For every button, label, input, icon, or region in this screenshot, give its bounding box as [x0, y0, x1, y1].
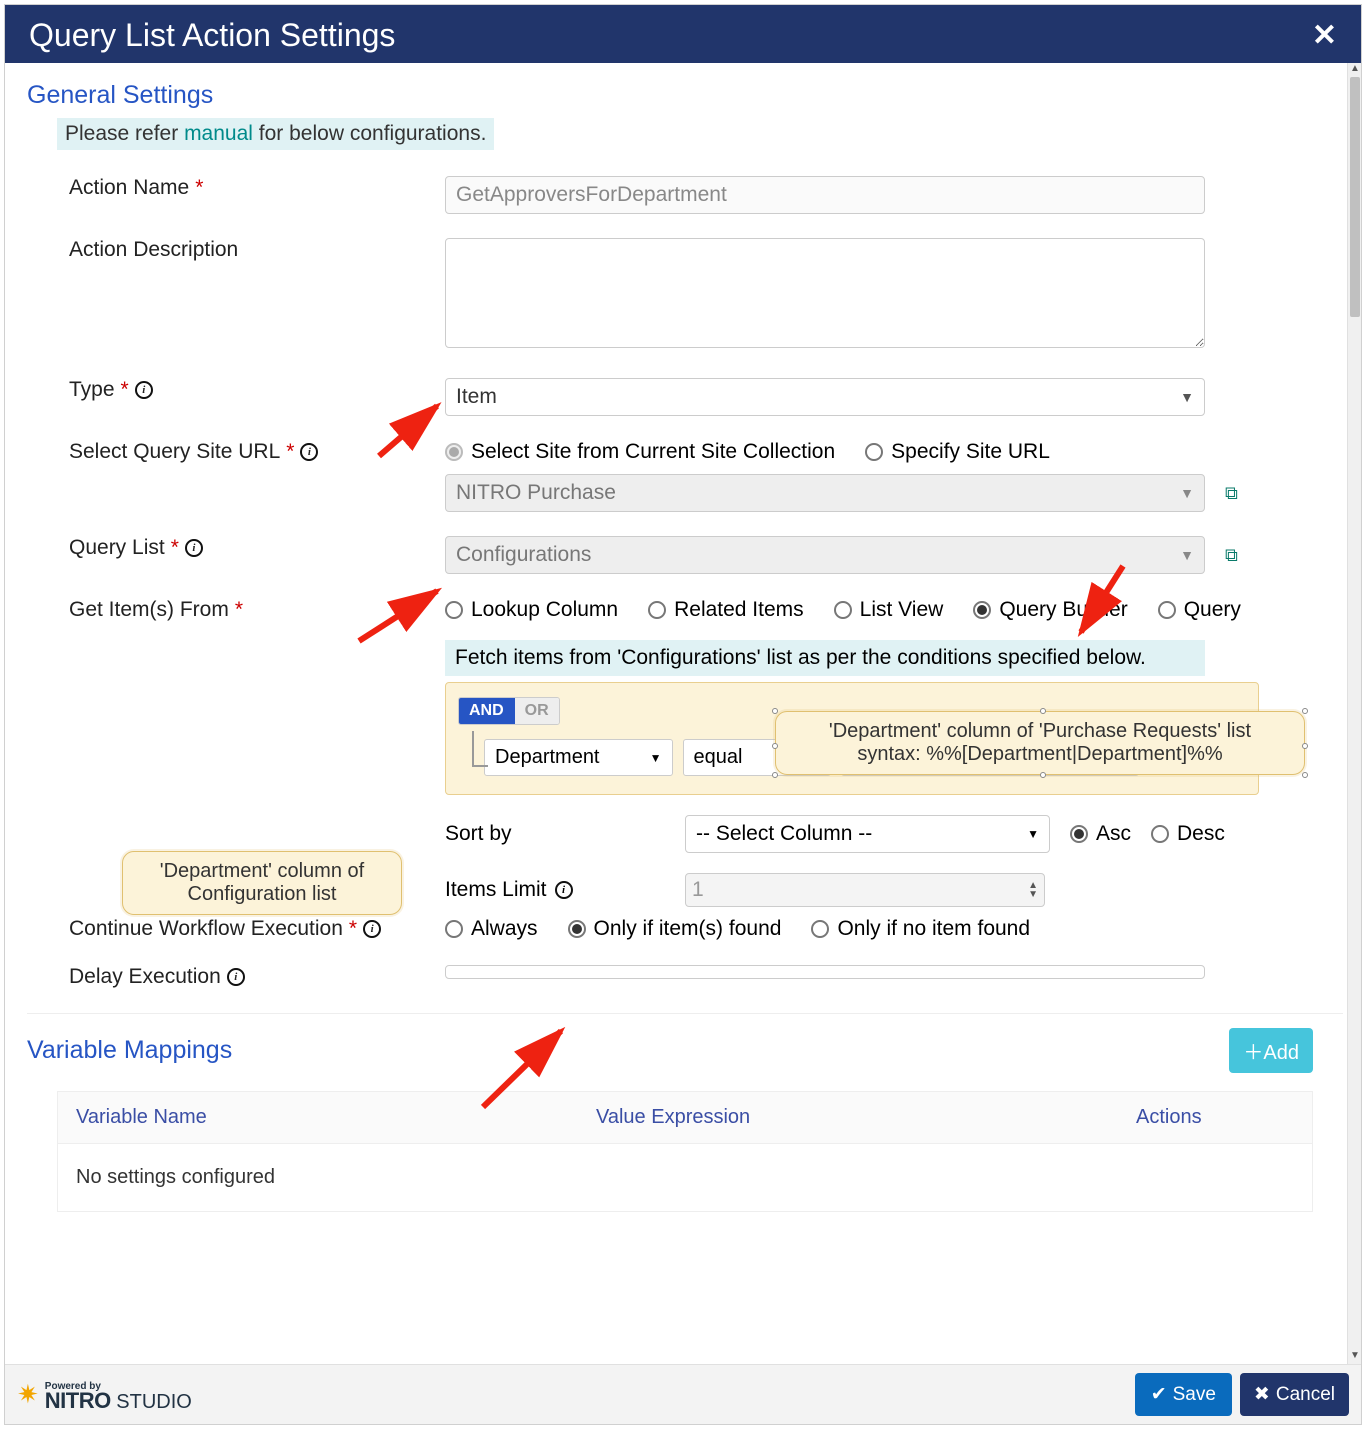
info-icon[interactable]: i: [555, 881, 573, 899]
check-icon: ✔: [1151, 1383, 1167, 1406]
action-name-input[interactable]: GetApproversForDepartment: [445, 176, 1205, 214]
modal-header: Query List Action Settings ✕: [5, 5, 1361, 66]
radio-site-collection[interactable]: Select Site from Current Site Collection: [445, 440, 835, 464]
query-info-text: Fetch items from 'Configurations' list a…: [445, 640, 1205, 676]
info-icon[interactable]: i: [363, 920, 381, 938]
external-link-icon[interactable]: ⧉: [1225, 545, 1238, 566]
annotation-callout: 'Department' column of Configuration lis…: [122, 851, 402, 915]
and-or-toggle[interactable]: ANDOR: [458, 697, 560, 725]
annotation-arrow: [473, 1025, 573, 1120]
radio-continue-always[interactable]: Always: [445, 917, 538, 941]
caret-down-icon: ▼: [1180, 485, 1194, 501]
scrollbar-thumb[interactable]: [1350, 77, 1360, 317]
label-query-list: Query List: [69, 536, 165, 560]
manual-note: Please refer manual for below configurat…: [57, 118, 494, 150]
radio-continue-none[interactable]: Only if no item found: [811, 917, 1030, 941]
action-description-input[interactable]: [445, 238, 1205, 348]
cancel-button[interactable]: ✖Cancel: [1240, 1373, 1349, 1416]
manual-link[interactable]: manual: [184, 122, 253, 145]
site-select[interactable]: NITRO Purchase▼: [445, 474, 1205, 512]
modal-title: Query List Action Settings: [29, 17, 395, 54]
label-items-limit: Items Limit: [445, 878, 547, 902]
scroll-down-icon[interactable]: ▼: [1348, 1350, 1362, 1364]
label-sort-by: Sort by: [445, 822, 665, 846]
add-mapping-button[interactable]: ＋Add: [1229, 1028, 1313, 1073]
info-icon[interactable]: i: [227, 968, 245, 986]
save-button[interactable]: ✔Save: [1135, 1373, 1232, 1416]
info-icon[interactable]: i: [185, 539, 203, 557]
sort-column-select[interactable]: -- Select Column --▼: [685, 815, 1050, 853]
external-link-icon[interactable]: ⧉: [1225, 483, 1238, 504]
label-action-name: Action Name: [69, 176, 189, 200]
caret-down-icon: ▼: [1180, 547, 1194, 563]
radio-sort-desc[interactable]: Desc: [1151, 822, 1225, 846]
variable-mappings-table: Variable Name Value Expression Actions N…: [57, 1091, 1313, 1212]
annotation-arrow: [375, 400, 445, 465]
radio-continue-found[interactable]: Only if item(s) found: [568, 917, 782, 941]
annotation-arrow: [1073, 560, 1133, 645]
section-general-title: General Settings: [27, 81, 1343, 110]
section-variable-mappings-title: Variable Mappings: [27, 1036, 232, 1065]
plus-icon: ＋: [1243, 1042, 1263, 1064]
items-limit-input[interactable]: 1▲▼: [685, 873, 1045, 907]
radio-query[interactable]: Query: [1158, 598, 1241, 622]
scroll-up-icon[interactable]: ▲: [1348, 63, 1362, 77]
close-icon[interactable]: ✕: [1312, 18, 1337, 53]
annotation-callout: 'Department' column of 'Purchase Request…: [775, 711, 1305, 775]
condition-column-select[interactable]: Department▼: [484, 739, 673, 776]
radio-lookup[interactable]: Lookup Column: [445, 598, 618, 622]
nitro-studio-logo: ✷ Powered by NITRO STUDIO: [17, 1378, 192, 1411]
empty-row: No settings configured: [58, 1144, 1312, 1211]
info-icon[interactable]: i: [135, 381, 153, 399]
radio-related[interactable]: Related Items: [648, 598, 804, 622]
footer: ✷ Powered by NITRO STUDIO ✔Save ✖Cancel: [5, 1364, 1361, 1424]
scrollbar[interactable]: ▲ ▼: [1347, 63, 1361, 1364]
label-site-url: Select Query Site URL: [69, 440, 280, 464]
delay-exec-input[interactable]: [445, 965, 1205, 979]
radio-listview[interactable]: List View: [834, 598, 944, 622]
annotation-arrow: [355, 585, 445, 650]
radio-specify-url[interactable]: Specify Site URL: [865, 440, 1050, 464]
label-action-description: Action Description: [69, 238, 238, 262]
chevron-down-icon: ▼: [1027, 827, 1039, 841]
logo-icon: ✷: [17, 1379, 39, 1410]
label-continue-exec: Continue Workflow Execution: [69, 917, 343, 941]
col-value-expression: Value Expression: [578, 1092, 1118, 1143]
spinner-icon[interactable]: ▲▼: [1028, 881, 1038, 899]
label-delay-exec: Delay Execution: [69, 965, 221, 989]
label-get-items: Get Item(s) From: [69, 598, 229, 622]
col-actions: Actions: [1118, 1092, 1312, 1143]
x-icon: ✖: [1254, 1383, 1270, 1406]
chevron-down-icon: ▼: [1180, 389, 1194, 405]
radio-sort-asc[interactable]: Asc: [1070, 822, 1131, 846]
type-select[interactable]: Item▼: [445, 378, 1205, 416]
info-icon[interactable]: i: [300, 443, 318, 461]
label-type: Type: [69, 378, 115, 402]
